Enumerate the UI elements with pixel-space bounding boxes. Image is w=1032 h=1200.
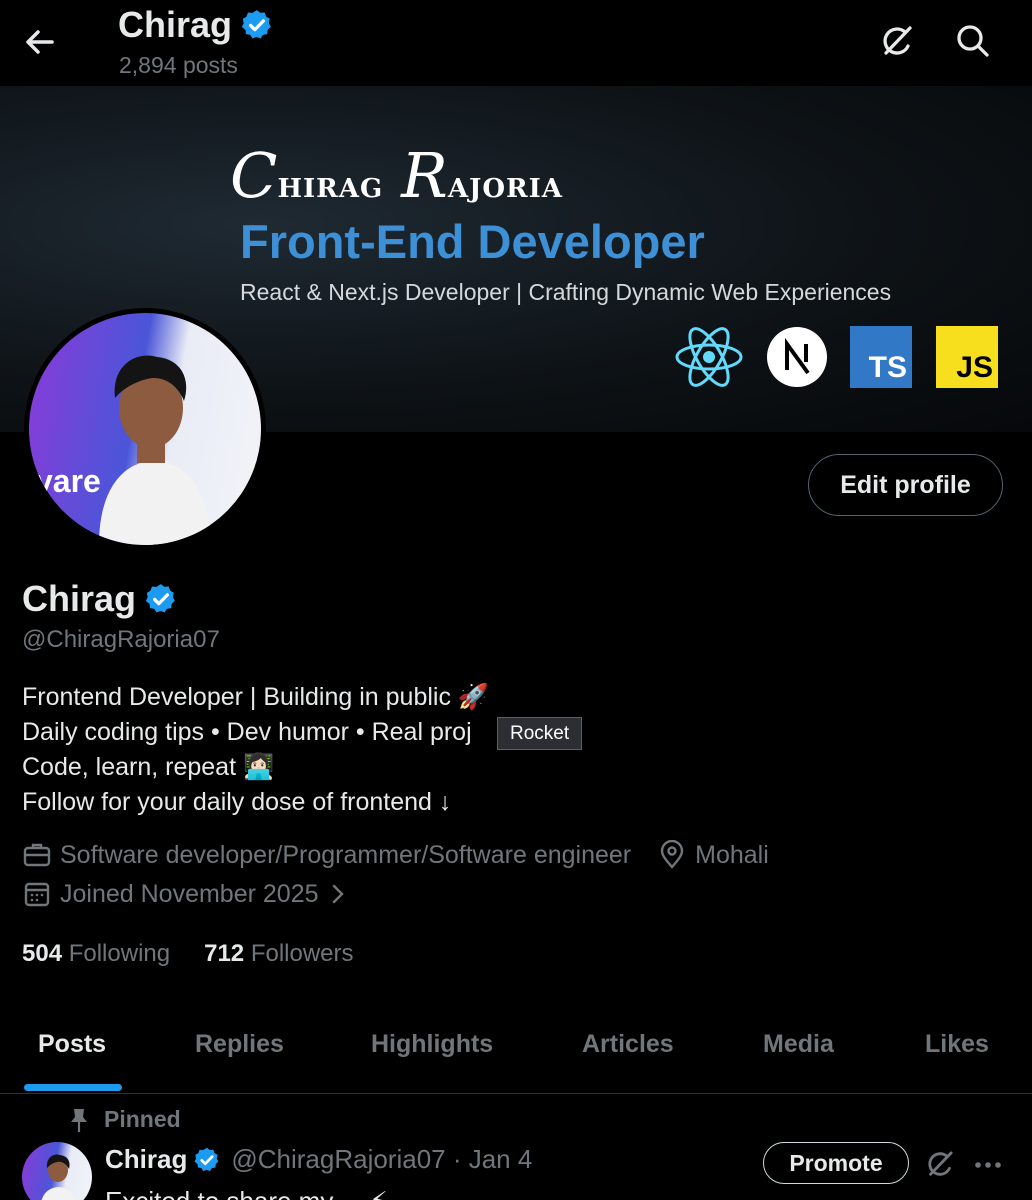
chevron-right-icon xyxy=(332,884,344,904)
tab-highlights[interactable]: Highlights xyxy=(371,1030,493,1059)
edit-profile-button[interactable]: Edit profile xyxy=(808,454,1003,516)
profile-handle: @ChiragRajoria07 xyxy=(22,626,220,653)
profile-tabs: Posts Replies Highlights Articles Media … xyxy=(0,1010,1032,1094)
bio-line: Follow for your daily dose of frontend ↓ xyxy=(22,788,452,816)
location-text: Mohali xyxy=(695,840,769,869)
banner-signature: C HIRAG R AJORIA xyxy=(230,139,581,212)
bio-line: Code, learn, repeat 👩🏻‍💻 xyxy=(22,753,275,781)
profile-meta-row: Software developer/Programmer/Software e… xyxy=(22,840,769,870)
banner-subtitle: React & Next.js Developer | Crafting Dyn… xyxy=(240,279,892,305)
emoji-tooltip: Rocket xyxy=(497,717,583,750)
joined-date[interactable]: Joined November 2025 xyxy=(22,879,359,909)
react-logo-icon xyxy=(674,326,743,388)
post-more-button[interactable] xyxy=(970,1150,1006,1180)
grok-icon xyxy=(883,26,912,55)
location-pin-icon xyxy=(660,840,684,869)
following-link[interactable]: 504 Following xyxy=(22,940,170,968)
tab-likes[interactable]: Likes xyxy=(925,1030,989,1059)
post-avatar[interactable] xyxy=(22,1142,92,1200)
arrow-left-icon xyxy=(26,30,54,54)
profile-name-text: Chirag xyxy=(22,578,137,619)
tab-media[interactable]: Media xyxy=(763,1030,834,1059)
header-title: Chirag xyxy=(118,4,274,46)
bio-line: Frontend Developer | Building in public … xyxy=(22,683,490,711)
header-post-count: 2,894 posts xyxy=(119,52,238,78)
location: Mohali xyxy=(657,840,769,870)
tab-posts[interactable]: Posts xyxy=(38,1030,106,1059)
sig-last-name: AJORIA xyxy=(447,174,563,204)
javascript-logo-icon: JS xyxy=(936,326,998,388)
post-header: Chirag @ChiragRajoria07 · Jan 4 xyxy=(105,1144,532,1175)
followers-link[interactable]: 712 Followers xyxy=(204,940,353,968)
follow-stats: 504 Following 712 Followers xyxy=(22,940,354,968)
post-grok-button[interactable] xyxy=(922,1146,958,1182)
back-button[interactable] xyxy=(20,22,60,62)
grok-icon xyxy=(928,1151,953,1176)
sig-initial-r: R xyxy=(401,139,448,212)
verified-badge-icon[interactable] xyxy=(144,582,178,616)
following-count: 504 xyxy=(22,940,63,967)
typescript-logo-icon: TS xyxy=(850,326,912,388)
more-horizontal-icon xyxy=(975,1162,1001,1168)
search-icon xyxy=(957,25,989,57)
banner-title: Front-End Developer xyxy=(240,215,705,268)
promote-button[interactable]: Promote xyxy=(763,1142,909,1184)
sig-initial-c: C xyxy=(230,139,278,212)
profile-name: Chirag xyxy=(22,578,178,620)
nextjs-logo-icon xyxy=(766,326,828,388)
profile-avatar[interactable]: vare xyxy=(24,308,266,550)
avatar-photo: vare xyxy=(29,313,261,545)
followers-label: Followers xyxy=(250,940,354,967)
bio-line: Daily coding tips • Dev humor • Real pro… xyxy=(22,718,472,746)
profession-text: Software developer/Programmer/Software e… xyxy=(60,840,632,869)
search-button[interactable] xyxy=(952,20,994,62)
top-bar: Chirag 2,894 posts xyxy=(0,0,1032,86)
verified-badge-icon xyxy=(194,1147,219,1171)
followers-count: 712 xyxy=(204,940,245,967)
post-handle-date[interactable]: @ChiragRajoria07 · Jan 4 xyxy=(231,1144,532,1175)
header-name: Chirag xyxy=(118,4,233,45)
sig-first-name: HIRAG xyxy=(277,174,384,204)
tab-articles[interactable]: Articles xyxy=(582,1030,674,1059)
active-tab-indicator xyxy=(24,1084,122,1091)
ts-label: TS xyxy=(868,351,907,384)
profile-bio: Frontend Developer | Building in public … xyxy=(22,680,489,820)
verified-badge-icon xyxy=(241,10,271,39)
tab-replies[interactable]: Replies xyxy=(195,1030,284,1059)
pinned-text: Pinned xyxy=(104,1106,181,1132)
grok-button[interactable] xyxy=(876,20,918,62)
calendar-icon xyxy=(24,882,50,907)
js-label: JS xyxy=(956,351,993,384)
post-text: Excited to share my ... ⚡ xyxy=(105,1186,388,1200)
joined-text: Joined November 2025 xyxy=(60,879,319,908)
briefcase-icon xyxy=(23,843,51,867)
pin-icon xyxy=(71,1108,87,1132)
pinned-label: Pinned xyxy=(68,1106,181,1133)
following-label: Following xyxy=(68,940,171,967)
post-author[interactable]: Chirag xyxy=(105,1144,187,1175)
